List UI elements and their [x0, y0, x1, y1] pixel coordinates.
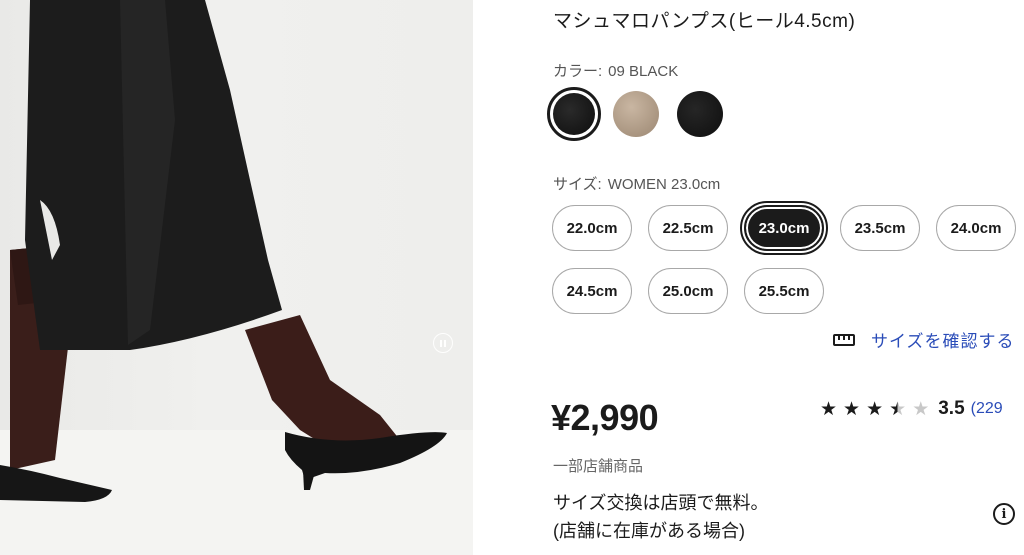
exchange-note: サイズ交換は店頭で無料。 (店舗に在庫がある場合): [553, 493, 769, 541]
size-check-link[interactable]: サイズを確認する: [833, 327, 1015, 352]
star-icon: ★: [820, 398, 838, 420]
pause-icon: [440, 339, 442, 347]
product-image[interactable]: [0, 0, 473, 555]
size-option-22-0[interactable]: 22.0cm: [552, 205, 632, 251]
size-option-22-5[interactable]: 22.5cm: [648, 205, 728, 251]
price: ¥2,990: [551, 397, 659, 438]
product-page: マシュマロパンプス(ヒール4.5cm) カラー: 09 BLACK サイズ: WOM…: [0, 0, 1024, 555]
color-swatch-black[interactable]: [547, 87, 601, 141]
size-option-24-0[interactable]: 24.0cm: [936, 205, 1016, 251]
review-count-link[interactable]: (229: [971, 400, 1003, 418]
color-value: 09 BLACK: [608, 63, 679, 80]
pause-button[interactable]: [433, 333, 453, 353]
size-option-24-5[interactable]: 24.5cm: [552, 268, 632, 314]
size-value: WOMEN 23.0cm: [607, 176, 721, 193]
rating[interactable]: ★ ★ ★ ★ ★ 3.5 (229: [820, 398, 1003, 420]
product-title: マシュマロパンプス(ヒール4.5cm): [553, 11, 856, 32]
rating-score: 3.5: [938, 398, 965, 419]
star-half-icon: ★: [889, 398, 907, 420]
size-check-label: サイズを確認する: [871, 332, 1015, 351]
size-option-23-5[interactable]: 23.5cm: [840, 205, 920, 251]
size-option-23-0[interactable]: 23.0cm: [740, 201, 828, 255]
star-icon: ★: [843, 398, 861, 420]
star-icon: ★: [866, 398, 884, 420]
product-info-panel: マシュマロパンプス(ヒール4.5cm) カラー: 09 BLACK サイズ: WOM…: [547, 0, 1024, 555]
size-option-25-0[interactable]: 25.0cm: [648, 268, 728, 314]
color-label: カラー: 09 BLACK: [553, 63, 679, 80]
star-empty-icon: ★: [912, 398, 930, 420]
size-option-25-5[interactable]: 25.5cm: [744, 268, 824, 314]
color-swatch-beige[interactable]: [609, 87, 663, 141]
size-label: サイズ: WOMEN 23.0cm: [553, 176, 721, 193]
info-icon[interactable]: i: [993, 503, 1015, 525]
ruler-icon: [833, 333, 855, 346]
model-photo: [0, 0, 473, 555]
stock-note: 一部店舗商品: [553, 458, 644, 475]
color-swatch-black-smooth[interactable]: [673, 87, 727, 141]
